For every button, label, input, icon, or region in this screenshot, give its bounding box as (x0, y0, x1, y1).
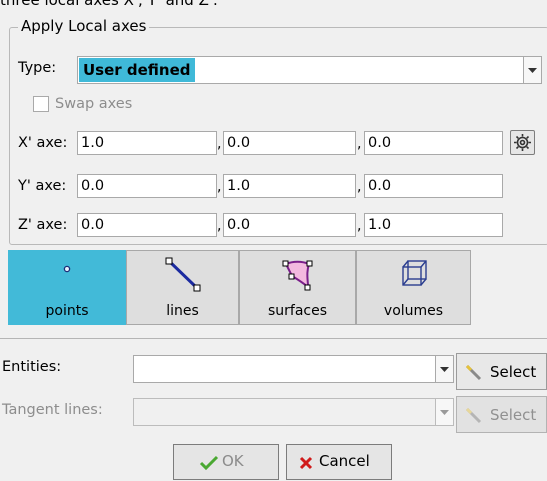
tab-lines-label: lines (166, 303, 199, 319)
entities-label: Entities: (2, 359, 62, 375)
x-axe-field-3[interactable]: 0.0 (364, 131, 503, 155)
tab-surfaces-label: surfaces (267, 303, 328, 319)
tab-points[interactable]: points (8, 250, 126, 325)
y-axe-field-3[interactable]: 0.0 (364, 174, 503, 198)
line-icon (165, 257, 200, 292)
tangent-lines-dropdown[interactable] (133, 398, 454, 426)
entities-dropdown[interactable] (133, 355, 454, 383)
axis-options-button[interactable] (510, 130, 535, 155)
separator: , (357, 179, 362, 195)
instruction-text-fragment: three local axes X', Y' and Z'. (0, 0, 218, 9)
tangent-lines-label: Tangent lines: (2, 402, 103, 418)
y-axe-field-1[interactable]: 0.0 (77, 174, 217, 198)
tangent-select-label: Select (490, 406, 537, 424)
type-label: Type: (18, 60, 57, 76)
type-selected-value: User defined (79, 58, 195, 82)
wand-icon (465, 364, 482, 381)
type-dropdown[interactable]: User defined (77, 56, 542, 84)
separator: , (217, 218, 222, 234)
cancel-button[interactable]: Cancel (286, 444, 392, 480)
y-axe-field-2[interactable]: 1.0 (223, 174, 356, 198)
tab-points-label: points (45, 303, 89, 319)
separator: , (217, 136, 222, 152)
point-icon (63, 265, 71, 273)
chevron-down-icon[interactable] (435, 356, 453, 382)
chevron-down-icon[interactable] (435, 399, 453, 425)
ok-label: OK (222, 452, 244, 470)
y-axe-label: Y' axe: (18, 178, 67, 194)
tab-volumes-label: volumes (383, 303, 444, 319)
surface-icon (282, 260, 312, 291)
tangent-select-button[interactable]: Select (456, 396, 547, 433)
wand-icon (465, 407, 482, 424)
z-axe-label: Z' axe: (18, 217, 68, 233)
z-axe-field-2[interactable]: 0.0 (223, 213, 356, 237)
divider (0, 338, 547, 339)
close-icon (299, 456, 313, 470)
tab-surfaces[interactable]: surfaces (239, 250, 356, 325)
swap-axes-label: Swap axes (55, 96, 133, 112)
separator: , (357, 218, 362, 234)
cancel-label: Cancel (319, 452, 370, 470)
separator: , (217, 179, 222, 195)
z-axe-field-3[interactable]: 1.0 (364, 213, 503, 237)
entities-select-label: Select (490, 363, 537, 381)
tab-lines[interactable]: lines (126, 250, 239, 325)
z-axe-field-1[interactable]: 0.0 (77, 213, 217, 237)
gear-icon (514, 134, 531, 151)
x-axe-field-2[interactable]: 0.0 (223, 131, 356, 155)
chevron-down-icon[interactable] (523, 57, 541, 83)
tab-volumes[interactable]: volumes (356, 250, 471, 325)
separator: , (357, 136, 362, 152)
x-axe-field-1[interactable]: 1.0 (77, 131, 217, 155)
ok-button[interactable]: OK (173, 444, 279, 480)
swap-axes-checkbox[interactable] (33, 96, 49, 112)
group-title: Apply Local axes (18, 16, 150, 36)
volume-icon (401, 260, 427, 286)
x-axe-label: X' axe: (18, 135, 68, 151)
check-icon (199, 455, 219, 471)
entities-select-button[interactable]: Select (456, 353, 547, 390)
